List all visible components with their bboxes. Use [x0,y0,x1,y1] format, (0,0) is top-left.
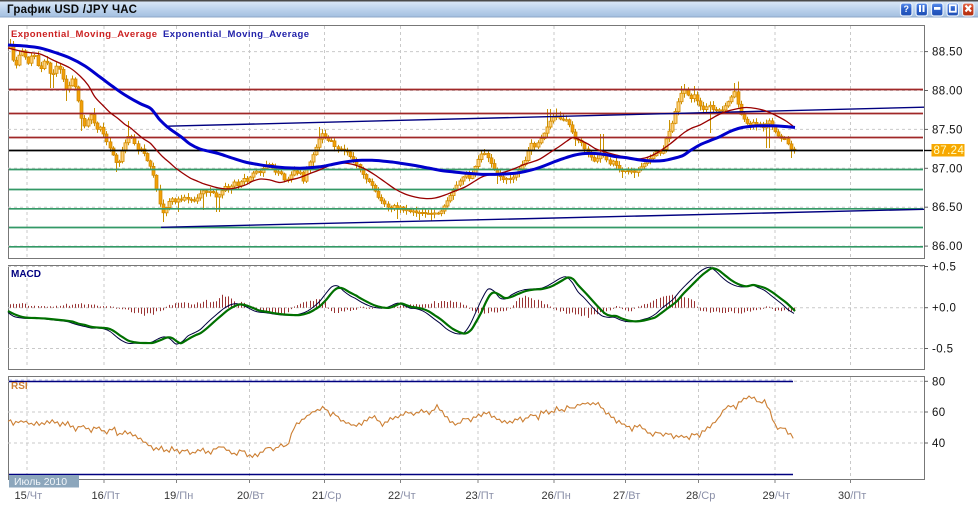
svg-text:+0.0: +0.0 [932,303,956,315]
svg-text:16/Пт: 16/Пт [92,490,120,502]
svg-text:15/Чт: 15/Чт [15,490,43,502]
svg-text:MACD: MACD [11,269,41,280]
svg-text:21/Ср: 21/Ср [312,490,341,502]
svg-text:26/Пн: 26/Пн [542,490,571,502]
svg-text:Exponential_Moving_Average: Exponential_Moving_Average [163,29,310,40]
svg-text:88.50: 88.50 [932,47,963,59]
svg-text:27/Вт: 27/Вт [613,490,640,502]
svg-text:График USD /JPY ЧАС: График USD /JPY ЧАС [7,4,137,16]
svg-text:87.50: 87.50 [932,124,963,136]
svg-text:RSI: RSI [11,381,28,392]
svg-text:22/Чт: 22/Чт [388,490,416,502]
svg-text:86.00: 86.00 [932,241,963,253]
svg-text:23/Пт: 23/Пт [466,490,494,502]
svg-text:40: 40 [932,438,946,450]
svg-text:-0.5: -0.5 [932,344,953,356]
svg-text:86.50: 86.50 [932,202,963,214]
svg-text:29/Чт: 29/Чт [763,490,791,502]
svg-text:?: ? [904,4,910,14]
svg-text:30/Пт: 30/Пт [838,490,866,502]
svg-text:88.00: 88.00 [932,86,963,98]
svg-text:20/Вт: 20/Вт [237,490,264,502]
svg-text:Exponential_Moving_Average: Exponential_Moving_Average [11,29,158,40]
svg-text:87.24: 87.24 [934,145,965,157]
svg-text:28/Ср: 28/Ср [686,490,715,502]
svg-text:+0.5: +0.5 [932,262,956,274]
svg-text:87.00: 87.00 [932,163,963,175]
svg-text:60: 60 [932,407,946,419]
svg-text:Июль 2010: Июль 2010 [14,476,67,488]
svg-text:80: 80 [932,376,946,388]
svg-text:19/Пн: 19/Пн [164,490,193,502]
